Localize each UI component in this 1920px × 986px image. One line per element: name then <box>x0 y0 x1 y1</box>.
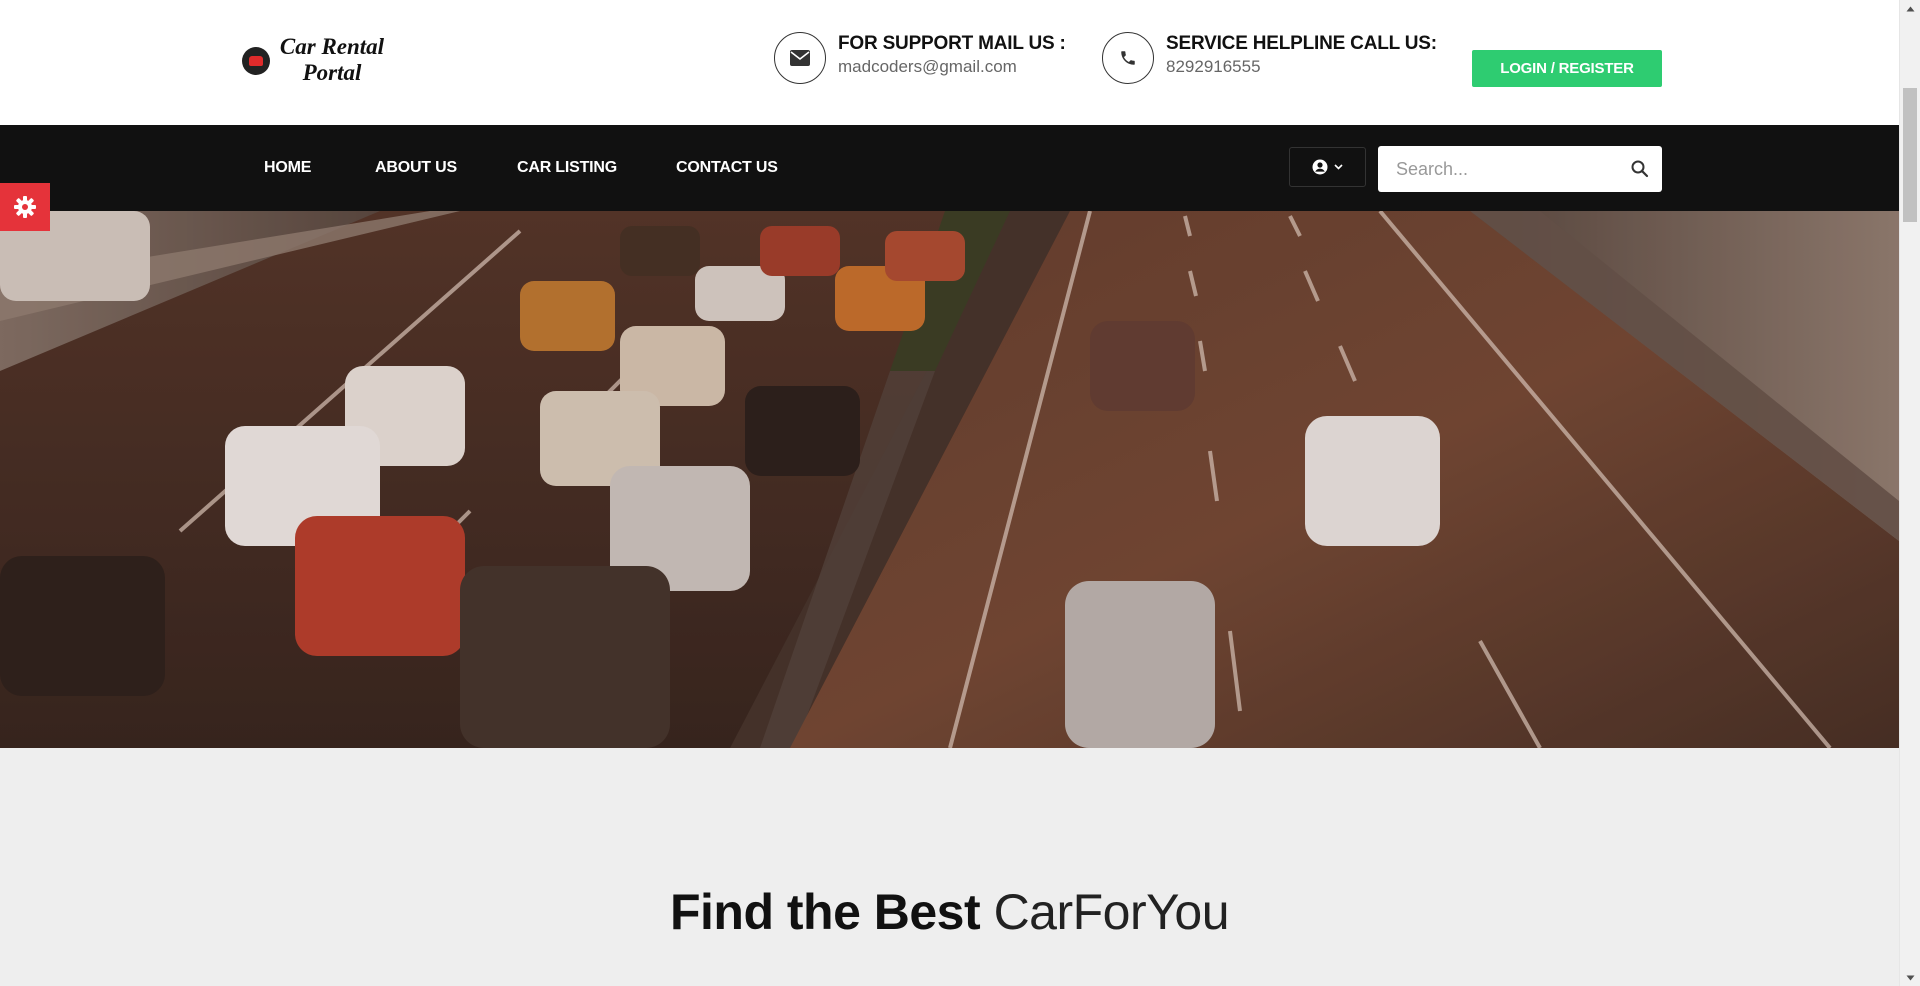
nav-item-home[interactable]: HOME <box>264 125 311 211</box>
hero-banner-image <box>0 211 1899 748</box>
search-input[interactable] <box>1378 147 1608 191</box>
helpline-title: SERVICE HELPLINE CALL US: <box>1166 33 1437 54</box>
nav-item-about-us[interactable]: ABOUT US <box>375 125 457 211</box>
section-title-bold: Find the Best <box>669 884 981 940</box>
car-logo-icon <box>242 47 270 75</box>
scroll-down-icon[interactable] <box>1900 969 1920 986</box>
search-icon[interactable] <box>1630 159 1650 179</box>
gear-icon <box>14 196 36 218</box>
page: Car Rental Portal FOR SUPPORT MAIL US : m… <box>0 0 1899 986</box>
site-header: Car Rental Portal FOR SUPPORT MAIL US : m… <box>0 0 1899 125</box>
nav-item-contact-us[interactable]: CONTACT US <box>676 125 778 211</box>
logo-text: Car Rental Portal <box>279 34 385 85</box>
scroll-up-icon[interactable] <box>1900 0 1920 17</box>
settings-toggle-button[interactable] <box>0 183 50 231</box>
support-mail-value[interactable]: madcoders@gmail.com <box>838 56 1066 78</box>
envelope-icon <box>774 32 826 84</box>
section-title: Find the Best CarForYou <box>0 883 1899 941</box>
nav-item-car-listing[interactable]: CAR LISTING <box>517 125 617 211</box>
login-register-button[interactable]: LOGIN / REGISTER <box>1472 50 1662 87</box>
find-best-car-section: Find the Best CarForYou <box>0 748 1899 986</box>
support-mail-title: FOR SUPPORT MAIL US : <box>838 33 1066 54</box>
helpline-value[interactable]: 8292916555 <box>1166 56 1437 78</box>
support-mail-block: FOR SUPPORT MAIL US : madcoders@gmail.co… <box>774 32 1066 84</box>
highway-traffic-illustration <box>0 211 1899 748</box>
user-menu-dropdown[interactable] <box>1289 147 1366 187</box>
search-form <box>1378 146 1662 192</box>
scroll-thumb[interactable] <box>1903 88 1917 222</box>
chevron-down-icon <box>1334 164 1343 170</box>
site-logo[interactable]: Car Rental Portal <box>242 30 402 90</box>
page-scrollbar[interactable] <box>1899 0 1920 986</box>
user-circle-icon <box>1312 159 1328 175</box>
section-title-light: CarForYou <box>993 884 1230 940</box>
phone-icon <box>1102 32 1154 84</box>
helpline-block: SERVICE HELPLINE CALL US: 8292916555 <box>1102 32 1437 84</box>
